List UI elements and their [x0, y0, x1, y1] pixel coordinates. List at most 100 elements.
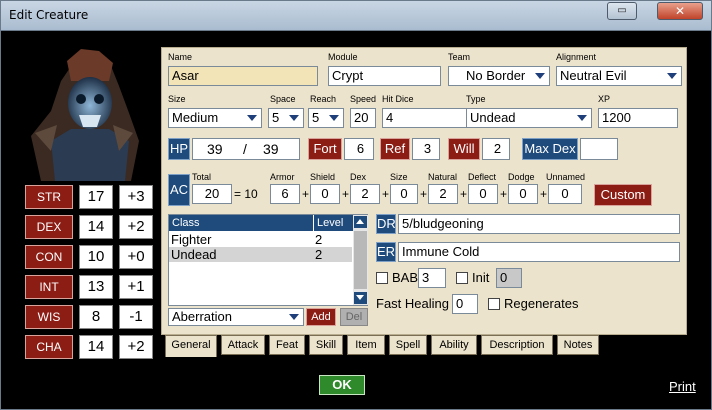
hitdice-label: Hit Dice [382, 94, 414, 104]
ability-name-int[interactable]: INT [25, 275, 73, 299]
plus-sign: + [342, 187, 350, 201]
ac-natural-field[interactable]: 2 [428, 184, 458, 204]
add-class-button[interactable]: Add [306, 308, 336, 326]
tab-item[interactable]: Item [347, 335, 385, 355]
reach-value: 5 [312, 110, 320, 125]
name-label: Name [168, 52, 193, 62]
ac-shield-field[interactable]: 0 [310, 184, 340, 204]
ability-score-dex[interactable]: 14 [79, 215, 113, 239]
ac-dodge-field[interactable]: 0 [508, 184, 538, 204]
level-column-header[interactable]: Level [314, 215, 353, 231]
space-select[interactable]: 5 [268, 108, 304, 128]
ac-dex-field[interactable]: 2 [350, 184, 380, 204]
class-name: Fighter [171, 232, 212, 247]
hp-max: 39 [263, 141, 279, 157]
type-value: Undead [470, 110, 516, 125]
ability-score-str[interactable]: 17 [79, 185, 113, 209]
alignment-label: Alignment [556, 52, 597, 62]
scroll-down-icon[interactable] [354, 292, 367, 304]
class-picker-select[interactable]: Aberration [168, 308, 304, 326]
ac-unnamed-field[interactable]: 0 [548, 184, 582, 204]
tab-notes[interactable]: Notes [557, 335, 599, 355]
regenerates-checkbox[interactable] [488, 298, 500, 310]
ability-score-con[interactable]: 10 [79, 245, 113, 269]
class-list[interactable]: Class Level Fighter 2 Undead 2 [168, 214, 368, 306]
ability-name-dex[interactable]: DEX [25, 215, 73, 239]
bab-label: BAB [392, 270, 419, 285]
close-button[interactable]: ✕ [657, 2, 703, 20]
class-column-header[interactable]: Class [169, 215, 313, 231]
size-label: Size [168, 94, 186, 104]
ac-shield-label: Shield [310, 172, 336, 182]
ref-button[interactable]: Ref [380, 138, 410, 160]
speed-field[interactable]: 20 [350, 108, 376, 128]
ability-row-cha: CHA 14 +2 [25, 335, 155, 359]
ability-row-dex: DEX 14 +2 [25, 215, 155, 239]
plus-sign: + [420, 187, 428, 201]
ok-button[interactable]: OK [319, 375, 365, 395]
list-item[interactable]: Fighter 2 [169, 232, 352, 247]
team-select[interactable]: No Border [448, 66, 550, 86]
print-link[interactable]: Print [669, 379, 696, 394]
close-icon: ✕ [674, 4, 686, 18]
er-field[interactable]: Immune Cold [398, 242, 680, 262]
ability-score-wis[interactable]: 8 [79, 305, 113, 329]
ac-total-field[interactable]: 20 [192, 184, 232, 204]
fort-button[interactable]: Fort [308, 138, 342, 160]
maxdex-field[interactable] [580, 138, 618, 160]
speed-label: Speed [350, 94, 377, 104]
scroll-thumb[interactable] [354, 231, 367, 289]
custom-ac-button[interactable]: Custom [594, 184, 652, 206]
bab-field[interactable]: 3 [418, 268, 446, 288]
will-button[interactable]: Will [448, 138, 480, 160]
ac-armor-field[interactable]: 6 [270, 184, 300, 204]
alignment-select[interactable]: Neutral Evil [556, 66, 682, 86]
team-label: Team [448, 52, 471, 62]
init-checkbox[interactable] [456, 272, 468, 284]
module-label: Module [328, 52, 358, 62]
ability-name-str[interactable]: STR [25, 185, 73, 209]
alignment-value: Neutral Evil [560, 68, 627, 83]
bab-checkbox[interactable] [376, 272, 388, 284]
tab-description[interactable]: Description [481, 335, 553, 355]
tab-general[interactable]: General [165, 335, 217, 357]
fort-field[interactable]: 6 [344, 138, 374, 160]
tab-attack[interactable]: Attack [221, 335, 265, 355]
ac-equals-ten: = 10 [234, 187, 258, 201]
list-item[interactable]: Undead 2 [169, 247, 352, 262]
size-select[interactable]: Medium [168, 108, 262, 128]
ac-deflect-field[interactable]: 0 [468, 184, 498, 204]
tab-skill[interactable]: Skill [309, 335, 343, 355]
type-select[interactable]: Undead [466, 108, 592, 128]
tab-feat[interactable]: Feat [269, 335, 305, 355]
reach-select[interactable]: 5 [308, 108, 344, 128]
tab-ability[interactable]: Ability [431, 335, 477, 355]
fast-healing-field[interactable]: 0 [452, 294, 478, 314]
name-field[interactable]: Asar [168, 66, 318, 86]
ability-score-cha[interactable]: 14 [79, 335, 113, 359]
ability-name-con[interactable]: CON [25, 245, 73, 269]
regenerates-label: Regenerates [504, 296, 579, 311]
xp-field[interactable]: 1200 [598, 108, 678, 128]
ability-score-int[interactable]: 13 [79, 275, 113, 299]
ability-mod-wis: -1 [119, 305, 153, 329]
dr-field[interactable]: 5/bludgeoning [398, 214, 680, 234]
fast-healing-label: Fast Healing [376, 296, 449, 311]
ability-mod-con: +0 [119, 245, 153, 269]
delete-class-button[interactable]: Del [340, 308, 368, 326]
hp-field[interactable]: 39 / 39 [192, 138, 300, 160]
ability-name-wis[interactable]: WIS [25, 305, 73, 329]
tab-spell[interactable]: Spell [389, 335, 427, 355]
ref-field[interactable]: 3 [412, 138, 440, 160]
chevron-down-icon [329, 115, 339, 121]
ac-unnamed-label: Unnamed [546, 172, 586, 182]
ac-dodge-label: Dodge [508, 172, 535, 182]
restore-button[interactable]: ▭ [607, 2, 637, 20]
module-field[interactable]: Crypt [328, 66, 441, 86]
ability-mod-str: +3 [119, 185, 153, 209]
scroll-up-icon[interactable] [354, 216, 367, 228]
will-field[interactable]: 2 [482, 138, 510, 160]
ability-name-cha[interactable]: CHA [25, 335, 73, 359]
ac-size-field[interactable]: 0 [390, 184, 418, 204]
class-list-scrollbar[interactable] [353, 215, 368, 305]
